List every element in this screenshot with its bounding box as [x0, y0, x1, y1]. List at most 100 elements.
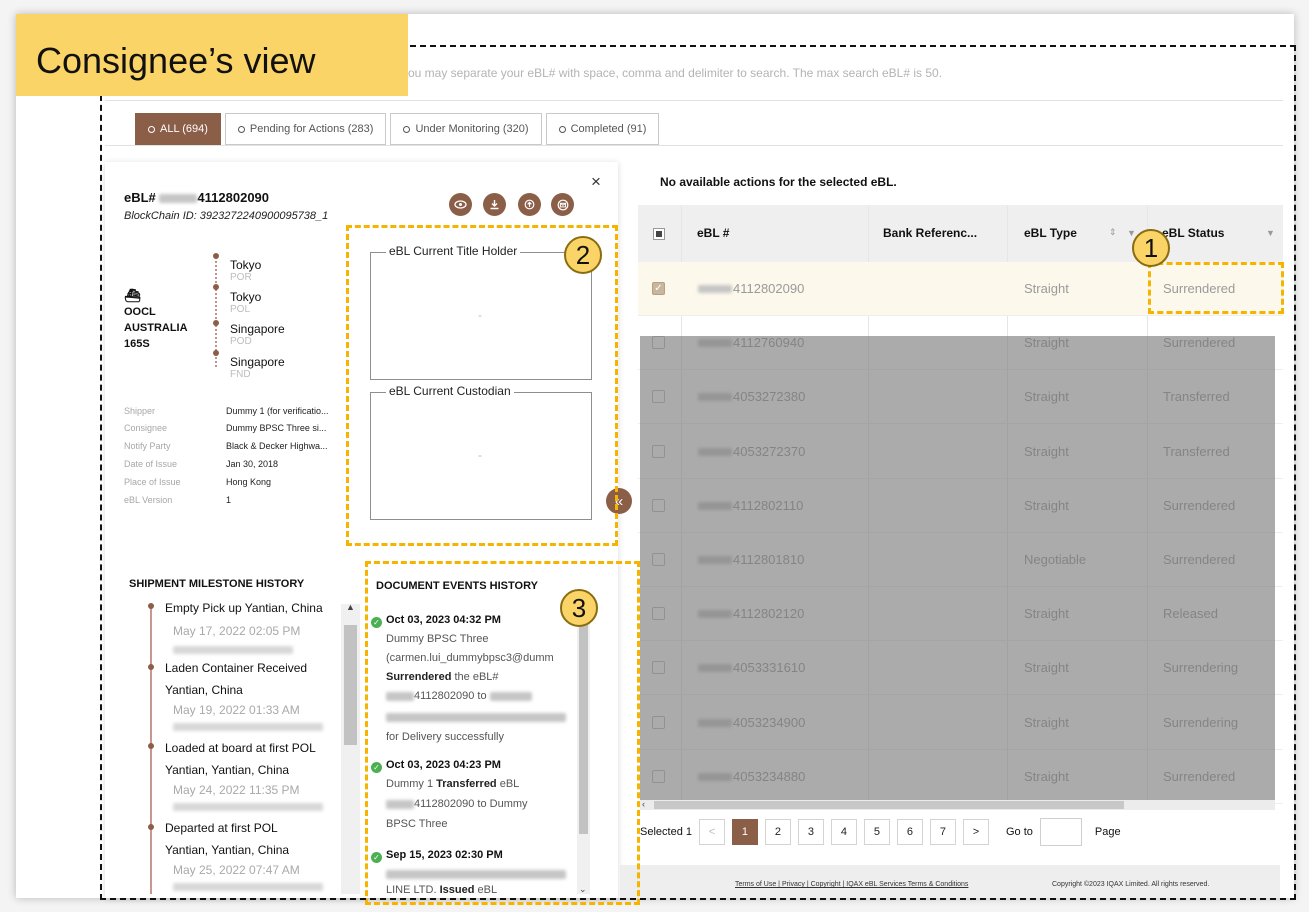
col-ebl-status[interactable]: eBL Status [1162, 226, 1224, 240]
page-label: Page [1094, 826, 1121, 838]
route-dot [213, 320, 219, 326]
no-actions-message: No available actions for the selected eB… [660, 175, 897, 189]
event-text: 4112802090 to Dummy [386, 798, 528, 810]
detail-label: eBL Version [124, 495, 173, 505]
event-text: LINE LTD. Issued eBL [386, 884, 497, 896]
detail-value: Black & Decker Highwa... [226, 441, 328, 451]
callout-badge-1: 1 [1132, 229, 1170, 267]
status-tabs: ALL (694) Pending for Actions (283) Unde… [135, 113, 660, 145]
page-button[interactable]: 6 [896, 819, 923, 845]
event-text: Dummy 1 Transferred eBL [386, 778, 519, 790]
table-hscrollbar[interactable] [640, 800, 1275, 810]
milestone-location: Yantian, Yantian, China [165, 843, 290, 857]
redacted-text [173, 883, 323, 891]
eye-icon[interactable] [449, 193, 472, 216]
event-text: eBL [496, 778, 520, 790]
event-text: BPSC Three [386, 818, 448, 830]
vessel-line: 165S [124, 338, 150, 350]
events-scroll-thumb[interactable] [579, 624, 588, 834]
redacted-text [386, 799, 414, 809]
tab-icon [558, 125, 566, 133]
scroll-down-icon[interactable]: ⌄ [579, 884, 587, 895]
milestone-event: Departed at first POL [165, 821, 278, 835]
vessel-line: OOCL [124, 306, 156, 318]
redacted-text [386, 868, 566, 880]
event-text: LINE LTD. [386, 884, 440, 896]
tab-label: Pending for Actions (283) [249, 123, 374, 135]
milestone-event: Empty Pick up Yantian, China [165, 601, 323, 615]
milestone-dot [148, 603, 154, 609]
port-name: Singapore [230, 355, 285, 369]
event-action: Transferred [436, 778, 497, 790]
upload-icon[interactable] [518, 193, 541, 216]
search-underline [105, 100, 1283, 101]
title-holder-value: - [478, 308, 482, 322]
milestone-title: SHIPMENT MILESTONE HISTORY [129, 578, 305, 590]
disabled-rows-overlay [640, 336, 1275, 800]
redacted-text [698, 285, 732, 293]
detail-value: Hong Kong [226, 477, 272, 487]
sort-icon[interactable]: ⇕ [1109, 227, 1117, 238]
col-bank-reference[interactable]: Bank Referenc... [883, 226, 977, 240]
row-checkbox[interactable]: ✓ [652, 282, 665, 295]
event-date: Oct 03, 2023 04:32 PM [386, 614, 501, 626]
page-button[interactable]: 4 [830, 819, 857, 845]
next-page-button[interactable]: > [962, 819, 989, 845]
detail-label: Place of Issue [124, 477, 181, 487]
select-all-checkbox[interactable] [653, 228, 665, 240]
col-ebl-type[interactable]: eBL Type [1024, 226, 1077, 240]
redacted-text [386, 691, 414, 701]
slide: ou may separate your eBL# with space, co… [0, 0, 1309, 912]
route-dot [213, 253, 219, 259]
collapse-panel-button[interactable]: « [606, 488, 632, 514]
page-button[interactable]: 5 [863, 819, 890, 845]
tab-pending[interactable]: Pending for Actions (283) [224, 113, 387, 145]
footer-copyright: Copyright ©2023 IQAX Limited. All rights… [1052, 881, 1210, 888]
port-name: Singapore [230, 322, 285, 336]
scroll-up-icon[interactable]: ▲ [346, 602, 355, 612]
view-label: Consignee’s view [16, 14, 408, 96]
page-button[interactable]: 2 [764, 819, 791, 845]
tab-under-monitoring[interactable]: Under Monitoring (320) [390, 113, 542, 145]
detail-label: Shipper [124, 406, 156, 416]
hscroll-thumb[interactable] [654, 801, 1124, 809]
mail-icon[interactable] [551, 193, 574, 216]
page-button[interactable]: 3 [797, 819, 824, 845]
event-date: Oct 03, 2023 04:23 PM [386, 759, 501, 771]
port-name: Tokyo [230, 258, 262, 272]
milestone-scroll-thumb[interactable] [344, 625, 357, 745]
detail-value: Dummy BPSC Three si... [226, 423, 327, 433]
detail-label: Date of Issue [124, 459, 178, 469]
milestone-date: May 25, 2022 07:47 AM [173, 863, 300, 877]
route-dot [213, 284, 219, 290]
tab-icon [148, 125, 155, 133]
port-code: POL [230, 304, 251, 315]
col-ebl[interactable]: eBL # [697, 226, 729, 240]
cell-ebl[interactable]: 4112802090 [733, 281, 804, 296]
port-code: POD [230, 336, 252, 347]
detail-label: Consignee [124, 423, 168, 433]
page-button[interactable]: 1 [731, 819, 758, 845]
search-hint: ou may separate your eBL# with space, co… [408, 66, 943, 80]
prev-page-button[interactable]: < [698, 819, 725, 845]
close-icon[interactable]: × [591, 172, 601, 192]
event-action: Issued [439, 884, 475, 896]
download-icon[interactable] [483, 193, 506, 216]
ship-icon: ⛴ [124, 288, 141, 303]
footer-links[interactable]: Terms of Use | Privacy | Copyright | IQA… [735, 881, 968, 888]
event-text: 4112802090 to [386, 690, 532, 702]
filter-icon[interactable]: ▼ [1266, 228, 1275, 238]
tab-completed[interactable]: Completed (91) [545, 113, 660, 145]
scroll-left-icon[interactable]: ‹ [642, 799, 645, 809]
redacted-text [159, 194, 198, 204]
milestone-date: May 17, 2022 02:05 PM [173, 624, 301, 638]
tab-label: Completed (91) [570, 123, 647, 135]
page-button[interactable]: 7 [929, 819, 956, 845]
goto-page-input[interactable] [1039, 818, 1082, 846]
goto-label: Go to [1005, 826, 1033, 838]
pagination: Selected 1 < 1 2 3 4 5 6 7 > Go to Page [640, 817, 1121, 847]
callout-badge-2: 2 [564, 236, 602, 274]
detail-label: Notify Party [124, 441, 171, 451]
tab-all[interactable]: ALL (694) [135, 113, 221, 145]
event-text: for Delivery successfully [386, 731, 504, 743]
